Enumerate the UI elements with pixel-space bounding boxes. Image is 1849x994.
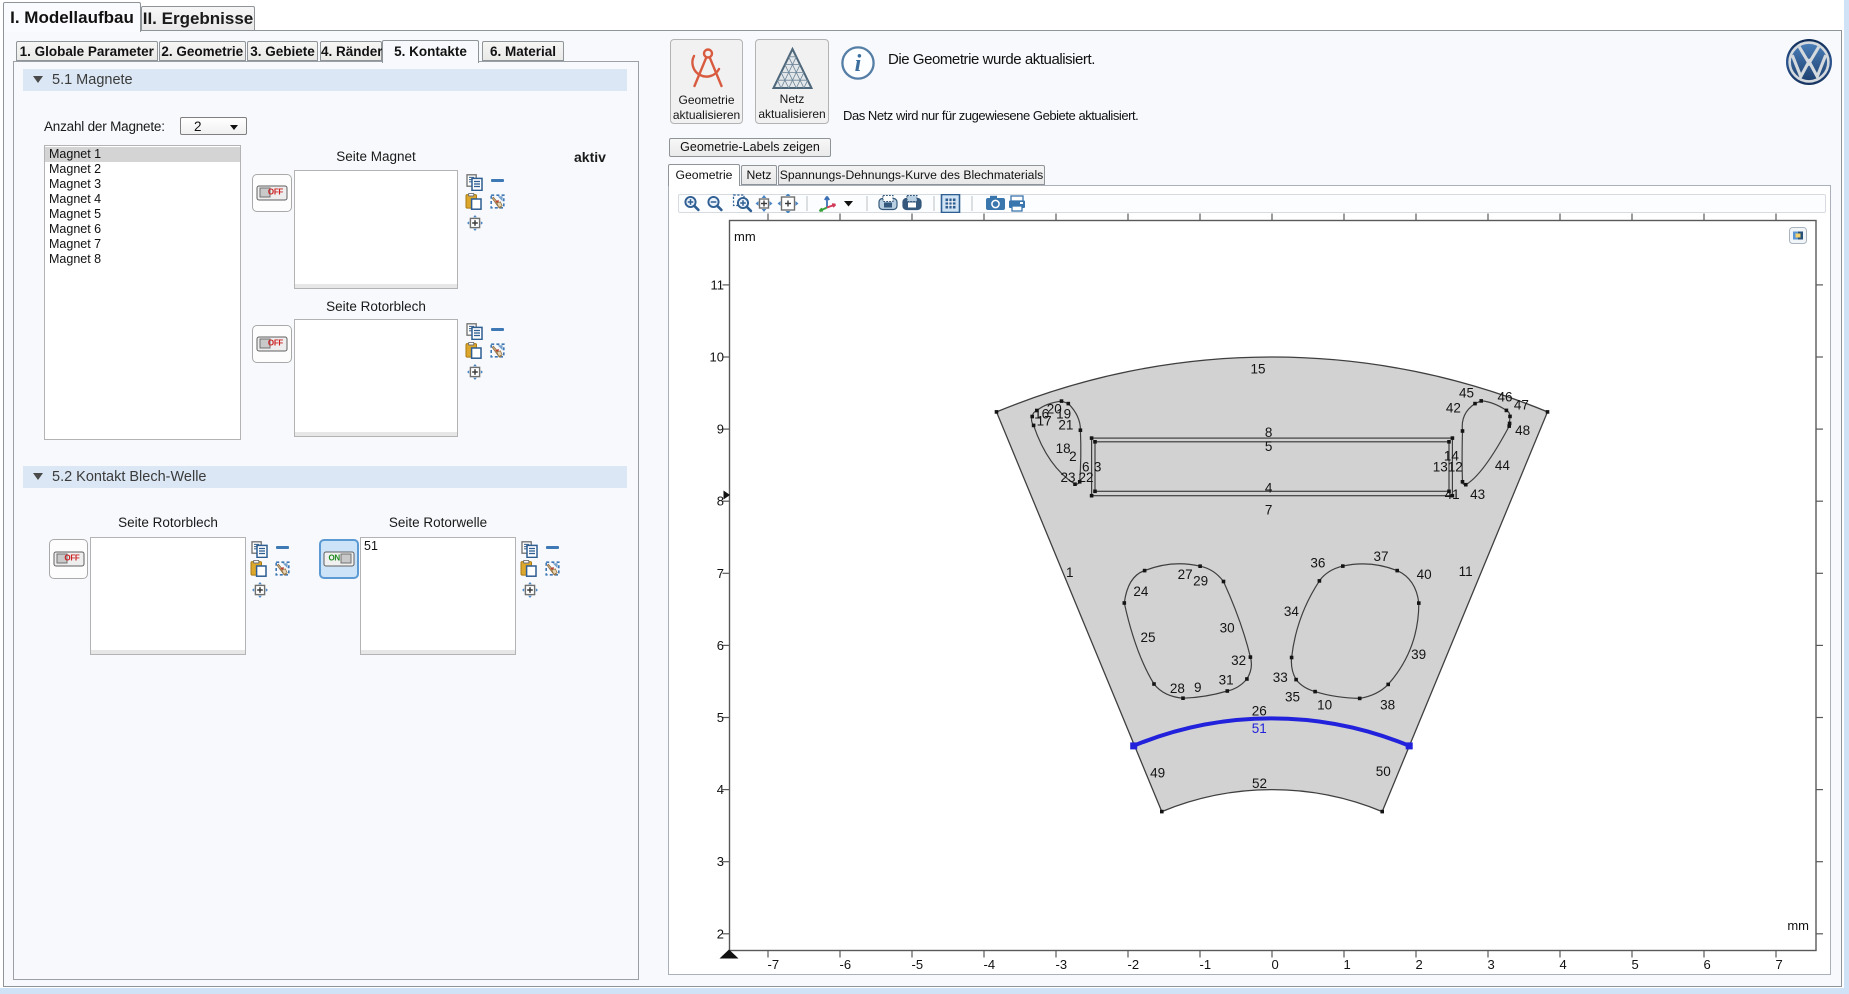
svg-text:45: 45: [1459, 386, 1474, 401]
svg-text:34: 34: [1284, 604, 1300, 619]
svg-text:37: 37: [1373, 549, 1388, 564]
svg-text:2: 2: [1069, 449, 1077, 464]
svg-text:4: 4: [717, 782, 724, 797]
svg-text:36: 36: [1310, 556, 1325, 571]
svg-text:5: 5: [717, 710, 724, 725]
svg-text:-5: -5: [912, 957, 924, 972]
svg-text:-1: -1: [1200, 957, 1212, 972]
svg-text:5: 5: [1632, 957, 1639, 972]
svg-text:mm: mm: [1787, 918, 1809, 933]
svg-text:6: 6: [717, 638, 724, 653]
svg-text:7: 7: [1265, 503, 1273, 518]
svg-text:2: 2: [1416, 957, 1423, 972]
svg-text:4: 4: [1560, 957, 1567, 972]
svg-text:52: 52: [1252, 776, 1267, 791]
svg-text:25: 25: [1140, 630, 1155, 645]
svg-text:i: i: [855, 51, 862, 77]
svg-text:28: 28: [1170, 681, 1185, 696]
svg-text:35: 35: [1285, 690, 1300, 705]
svg-text:-6: -6: [840, 957, 852, 972]
svg-text:9: 9: [1194, 680, 1202, 695]
svg-text:13: 13: [1433, 460, 1448, 475]
svg-text:11: 11: [1459, 564, 1473, 579]
svg-text:31: 31: [1219, 672, 1234, 687]
svg-text:49: 49: [1150, 766, 1165, 781]
svg-text:42: 42: [1446, 401, 1461, 416]
svg-text:17: 17: [1037, 414, 1052, 429]
svg-text:10: 10: [1317, 697, 1332, 712]
svg-text:43: 43: [1470, 487, 1485, 502]
svg-text:1: 1: [1344, 957, 1351, 972]
svg-text:0: 0: [1272, 957, 1279, 972]
svg-text:5: 5: [1265, 439, 1273, 454]
svg-text:30: 30: [1220, 620, 1235, 635]
svg-text:10: 10: [710, 350, 724, 365]
svg-text:11: 11: [711, 277, 725, 292]
svg-text:44: 44: [1495, 458, 1511, 473]
svg-text:29: 29: [1193, 573, 1208, 588]
svg-text:22: 22: [1078, 470, 1093, 485]
svg-text:9: 9: [717, 422, 724, 437]
svg-text:-2: -2: [1128, 957, 1140, 972]
svg-text:48: 48: [1515, 423, 1530, 438]
svg-text:33: 33: [1273, 670, 1288, 685]
svg-text:3: 3: [1488, 957, 1495, 972]
svg-text:-4: -4: [984, 957, 996, 972]
svg-text:38: 38: [1380, 697, 1395, 712]
svg-text:21: 21: [1058, 417, 1073, 432]
svg-text:51: 51: [1252, 721, 1267, 736]
svg-text:39: 39: [1411, 647, 1426, 662]
svg-text:32: 32: [1231, 653, 1246, 668]
svg-text:41: 41: [1445, 487, 1460, 502]
svg-text:26: 26: [1252, 703, 1267, 718]
svg-text:mm: mm: [734, 229, 756, 244]
svg-text:6: 6: [1704, 957, 1711, 972]
svg-text:4: 4: [1265, 481, 1273, 496]
svg-text:8: 8: [717, 494, 724, 509]
svg-text:7: 7: [1776, 957, 1783, 972]
svg-text:15: 15: [1250, 362, 1265, 377]
svg-text:23: 23: [1060, 470, 1075, 485]
svg-text:-7: -7: [768, 957, 780, 972]
svg-text:40: 40: [1417, 567, 1432, 582]
svg-text:12: 12: [1448, 460, 1463, 475]
svg-text:50: 50: [1376, 764, 1391, 779]
svg-text:46: 46: [1497, 390, 1512, 405]
svg-text:3: 3: [1094, 460, 1102, 475]
svg-text:47: 47: [1514, 397, 1529, 412]
svg-text:3: 3: [717, 854, 724, 869]
svg-text:8: 8: [1265, 425, 1273, 440]
svg-text:2: 2: [717, 926, 724, 941]
svg-text:1: 1: [1066, 565, 1074, 580]
svg-text:24: 24: [1133, 584, 1149, 599]
svg-text:7: 7: [717, 566, 724, 581]
svg-text:-3: -3: [1056, 957, 1068, 972]
svg-text:27: 27: [1178, 567, 1193, 582]
